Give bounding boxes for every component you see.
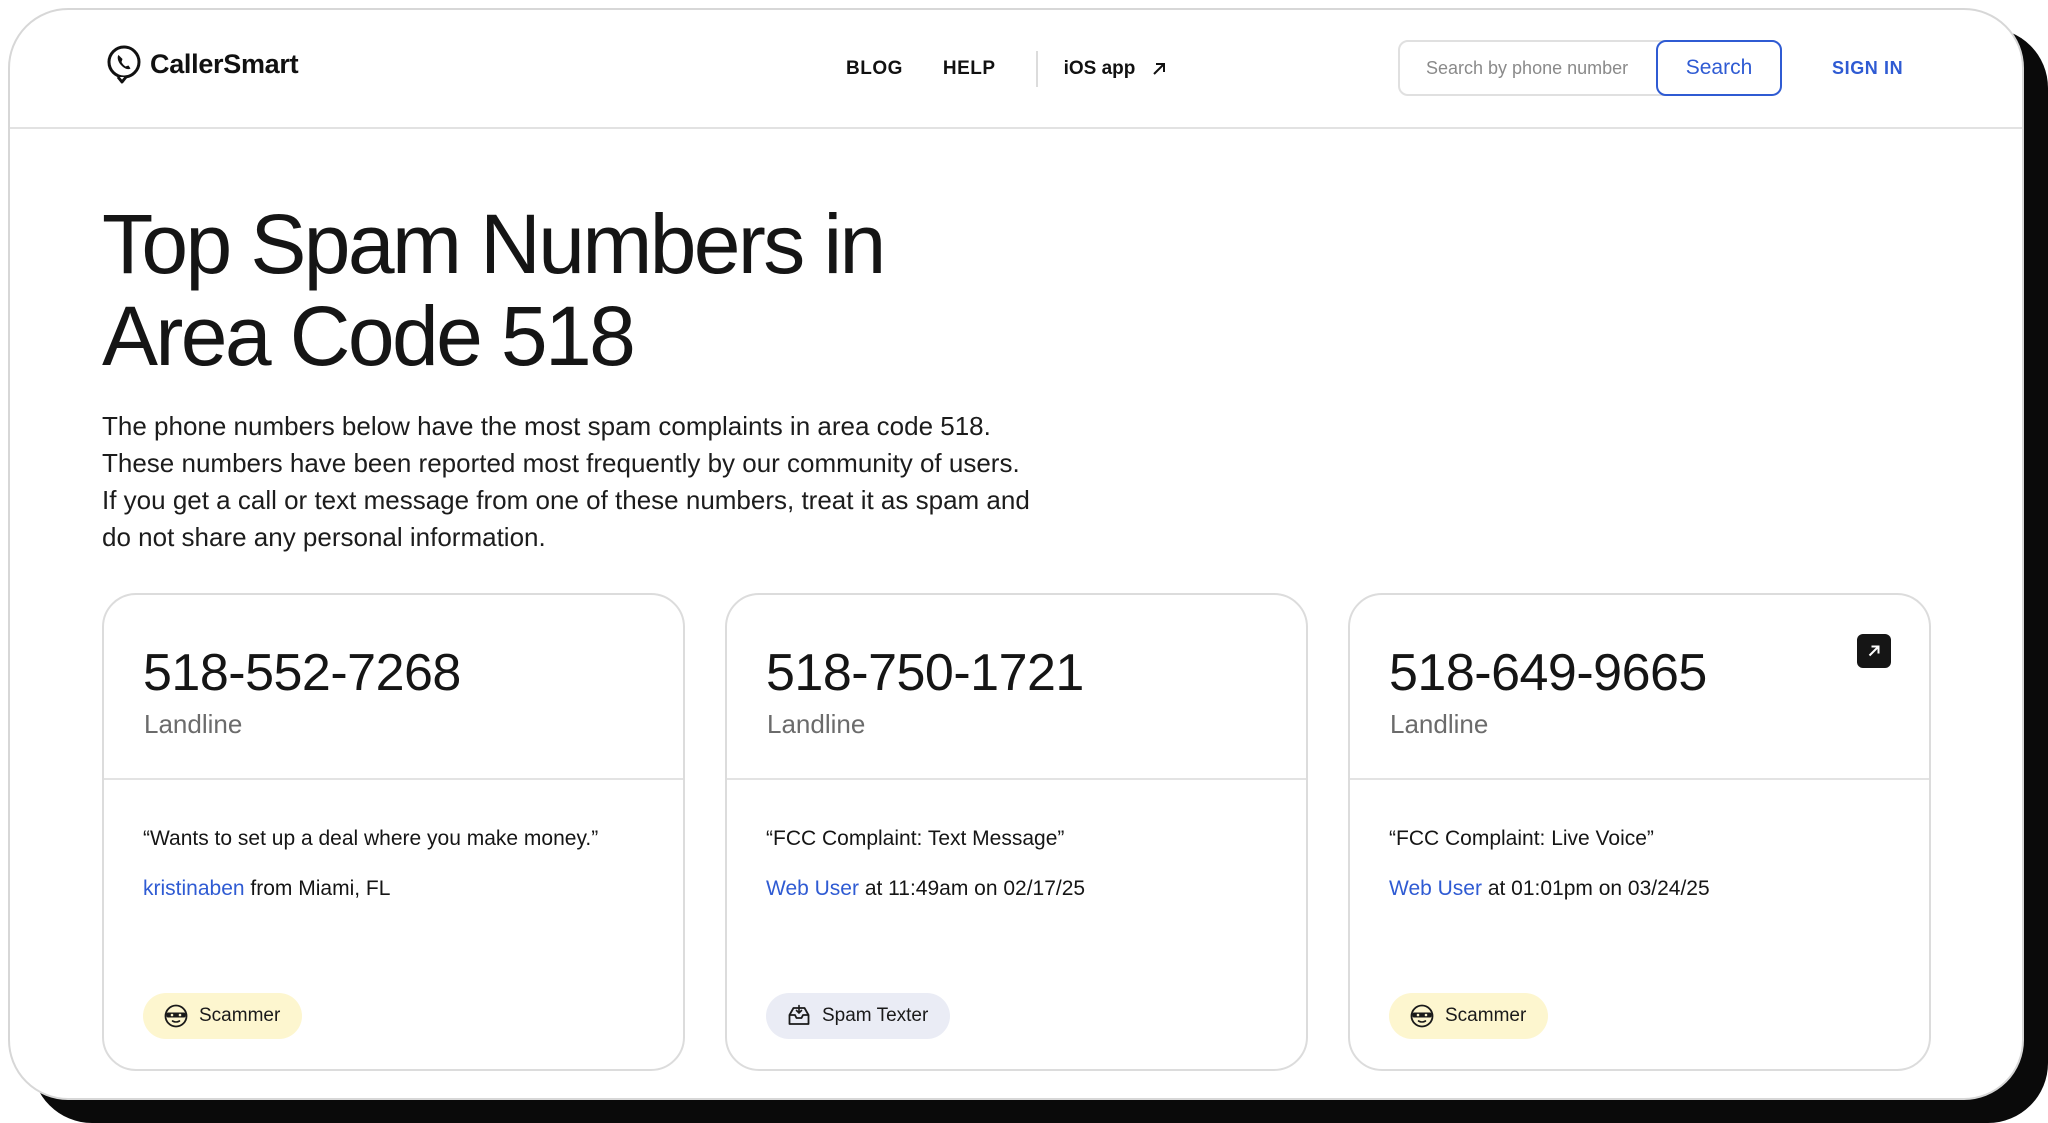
spam-number-card[interactable]: 518-552-7268 Landline “Wants to set up a… [102,593,685,1071]
phone-number: 518-750-1721 [766,644,1084,702]
external-arrow-icon [1868,645,1880,657]
external-arrow-icon [1153,62,1166,75]
open-card-button[interactable] [1857,634,1891,668]
page-description: The phone numbers below have the most sp… [102,411,1030,552]
spam-number-card[interactable]: 518-750-1721 Landline “FCC Complaint: Te… [725,593,1308,1071]
badge-label: Scammer [199,1005,281,1026]
category-badge: Spam Texter [766,993,951,1039]
badge-label: Spam Texter [822,1005,929,1026]
scammer-mask-icon [164,1004,188,1028]
nav-blog-link[interactable]: BLOG [846,58,903,80]
search-button[interactable]: Search [1656,40,1782,96]
complaint-quote: “FCC Complaint: Live Voice” [1389,827,1654,850]
sign-in-link[interactable]: SIGN IN [1832,58,1903,79]
line-type: Landline [144,709,243,739]
spam-number-card[interactable]: 518-649-9665 Landline “FCC Complaint: Li… [1348,593,1931,1071]
line-type: Landline [1390,709,1489,739]
phone-number: 518-649-9665 [1389,644,1707,702]
report-details: at 11:49am on 02/17/25 [858,877,1086,900]
complaint-quote: “Wants to set up a deal where you make m… [143,827,599,850]
badge-label: Scammer [1445,1005,1527,1026]
report-details: at 01:01pm on 03/24/25 [1481,877,1710,900]
phone-pin-icon [107,45,141,84]
scammer-mask-icon [1410,1004,1434,1028]
spam-inbox-icon [788,1004,810,1025]
nav-help-link[interactable]: HELP [943,58,996,80]
phone-number: 518-552-7268 [143,644,461,702]
category-badge: Scammer [1389,993,1549,1039]
nav-divider [1035,50,1038,87]
main-nav: BLOG HELP iOS app [846,10,1169,127]
brand-name: CallerSmart [150,48,299,79]
reporter-link[interactable]: Web User [1389,877,1482,900]
complaint-meta: kristinaben from Miami, FL [143,877,390,901]
card-header: 518-649-9665 Landline [1350,595,1929,780]
complaint-quote: “FCC Complaint: Text Message” [766,827,1065,850]
report-details: from Miami, FL [244,877,391,900]
category-badge: Scammer [143,993,303,1039]
page-title: Top Spam Numbers in Area Code 518 [102,198,1002,382]
line-type: Landline [767,709,866,739]
browser-frame: CallerSmart BLOG HELP iOS app Search SIG… [8,8,2024,1100]
reporter-link[interactable]: kristinaben [143,877,245,900]
ios-app-label: iOS app [1063,57,1136,79]
card-header: 518-552-7268 Landline [104,595,683,780]
brand-logo[interactable]: CallerSmart [104,44,299,84]
complaint-meta: Web User at 01:01pm on 03/24/25 [1389,877,1710,901]
phone-search-input[interactable] [1400,42,1660,94]
site-header: CallerSmart BLOG HELP iOS app Search SIG… [10,10,2022,129]
phone-search-form: Search [1398,40,1782,96]
page-title-line-2: Area Code 518 [102,289,636,383]
page-title-line-1: Top Spam Numbers in [102,197,886,291]
card-header: 518-750-1721 Landline [727,595,1306,780]
reporter-link[interactable]: Web User [766,877,859,900]
complaint-meta: Web User at 11:49am on 02/17/25 [766,877,1085,901]
nav-ios-app-link[interactable]: iOS app [1064,58,1170,80]
